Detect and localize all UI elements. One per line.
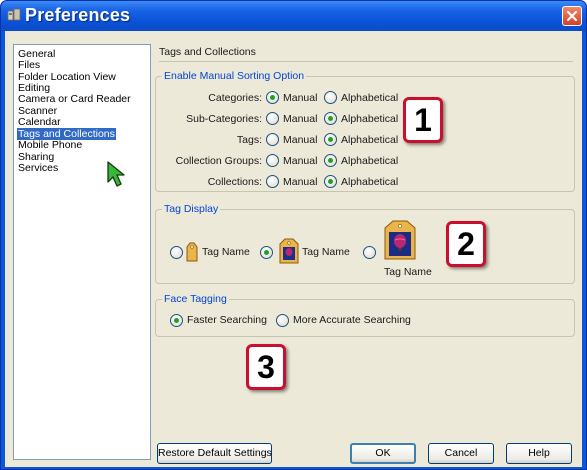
tags-alphabetical-label: Alphabetical	[341, 134, 399, 146]
large-photo-tag-icon	[384, 220, 416, 260]
tag-display-group: Tag Display Tag Name Tag Name Tag Name	[155, 203, 575, 284]
collections-alphabetical-radio[interactable]	[324, 175, 337, 188]
sidebar-item-mobile-phone[interactable]: Mobile Phone	[17, 139, 83, 151]
heading-divider	[159, 61, 573, 62]
collections-manual-label: Manual	[283, 176, 318, 188]
sub-categories-manual-radio[interactable]	[266, 112, 279, 125]
sub-categories-alphabetical-label: Alphabetical	[341, 113, 399, 125]
title-bar[interactable]: Preferences	[1, 1, 586, 31]
preferences-category-list[interactable]: General Files Folder Location View Editi…	[13, 44, 151, 460]
more-accurate-searching-label: More Accurate Searching	[293, 314, 411, 326]
sorting-row-tags: Tags: Manual Alphabetical	[156, 133, 576, 147]
sorting-row-collections: Collections: Manual Alphabetical	[156, 175, 576, 189]
page-title: Tags and Collections	[159, 46, 256, 58]
tag-display-small-label: Tag Name	[202, 246, 250, 258]
collection-groups-manual-label: Manual	[283, 155, 318, 167]
tags-alphabetical-radio[interactable]	[324, 133, 337, 146]
small-tag-icon	[186, 242, 198, 262]
categories-label: Categories:	[208, 92, 262, 104]
dialog-body: General Files Folder Location View Editi…	[5, 31, 582, 467]
sorting-group-title: Enable Manual Sorting Option	[162, 70, 307, 82]
sidebar-item-camera-or-card-reader[interactable]: Camera or Card Reader	[17, 93, 132, 105]
ok-button[interactable]: OK	[350, 443, 416, 464]
callout-marker-2: 2	[446, 221, 486, 267]
mouse-pointer-icon	[107, 161, 125, 187]
close-icon	[567, 11, 577, 21]
sub-categories-label: Sub-Categories:	[186, 113, 262, 125]
face-tagging-group: Face Tagging Faster Searching More Accur…	[155, 293, 575, 337]
medium-photo-tag-icon	[279, 238, 299, 264]
tags-label: Tags:	[236, 134, 262, 146]
sidebar-item-services[interactable]: Services	[17, 162, 59, 174]
help-button[interactable]: Help	[506, 443, 572, 464]
categories-manual-label: Manual	[283, 92, 318, 104]
sidebar-item-files[interactable]: Files	[17, 59, 41, 71]
sub-categories-manual-label: Manual	[283, 113, 318, 125]
tags-manual-radio[interactable]	[266, 133, 279, 146]
collections-manual-radio[interactable]	[266, 175, 279, 188]
faster-searching-label: Faster Searching	[187, 314, 267, 326]
tag-display-large-radio[interactable]	[363, 246, 376, 259]
tag-display-large-label: Tag Name	[384, 266, 432, 278]
collection-groups-label: Collection Groups:	[175, 155, 262, 167]
collection-groups-alphabetical-label: Alphabetical	[341, 155, 399, 167]
callout-marker-3: 3	[246, 344, 286, 390]
app-icon	[7, 8, 21, 21]
preferences-window: Preferences General Files Folder Locatio…	[0, 0, 587, 470]
faster-searching-radio[interactable]	[170, 314, 183, 327]
sorting-options-group: Enable Manual Sorting Option Categories:…	[155, 70, 576, 192]
restore-default-settings-button[interactable]: Restore Default Settings	[157, 443, 272, 464]
tag-display-medium-radio[interactable]	[260, 246, 273, 259]
callout-marker-1: 1	[403, 97, 443, 143]
window-title: Preferences	[25, 5, 131, 25]
tags-manual-label: Manual	[283, 134, 318, 146]
categories-manual-radio[interactable]	[266, 91, 279, 104]
collection-groups-alphabetical-radio[interactable]	[324, 154, 337, 167]
sub-categories-alphabetical-radio[interactable]	[324, 112, 337, 125]
sidebar-item-calendar[interactable]: Calendar	[17, 116, 62, 128]
tag-display-small-radio[interactable]	[170, 246, 183, 259]
tag-display-medium-label: Tag Name	[302, 246, 350, 258]
collections-alphabetical-label: Alphabetical	[341, 176, 399, 188]
categories-alphabetical-label: Alphabetical	[341, 92, 399, 104]
categories-alphabetical-radio[interactable]	[324, 91, 337, 104]
sorting-row-categories: Categories: Manual Alphabetical	[156, 91, 576, 105]
close-button[interactable]	[562, 6, 582, 26]
tag-display-group-title: Tag Display	[162, 203, 221, 215]
collections-label: Collections:	[207, 176, 262, 188]
cancel-button[interactable]: Cancel	[428, 443, 494, 464]
collection-groups-manual-radio[interactable]	[266, 154, 279, 167]
face-tagging-group-title: Face Tagging	[162, 293, 229, 305]
sorting-row-collection-groups: Collection Groups: Manual Alphabetical	[156, 154, 576, 168]
sorting-row-sub-categories: Sub-Categories: Manual Alphabetical	[156, 112, 576, 126]
more-accurate-searching-radio[interactable]	[276, 314, 289, 327]
